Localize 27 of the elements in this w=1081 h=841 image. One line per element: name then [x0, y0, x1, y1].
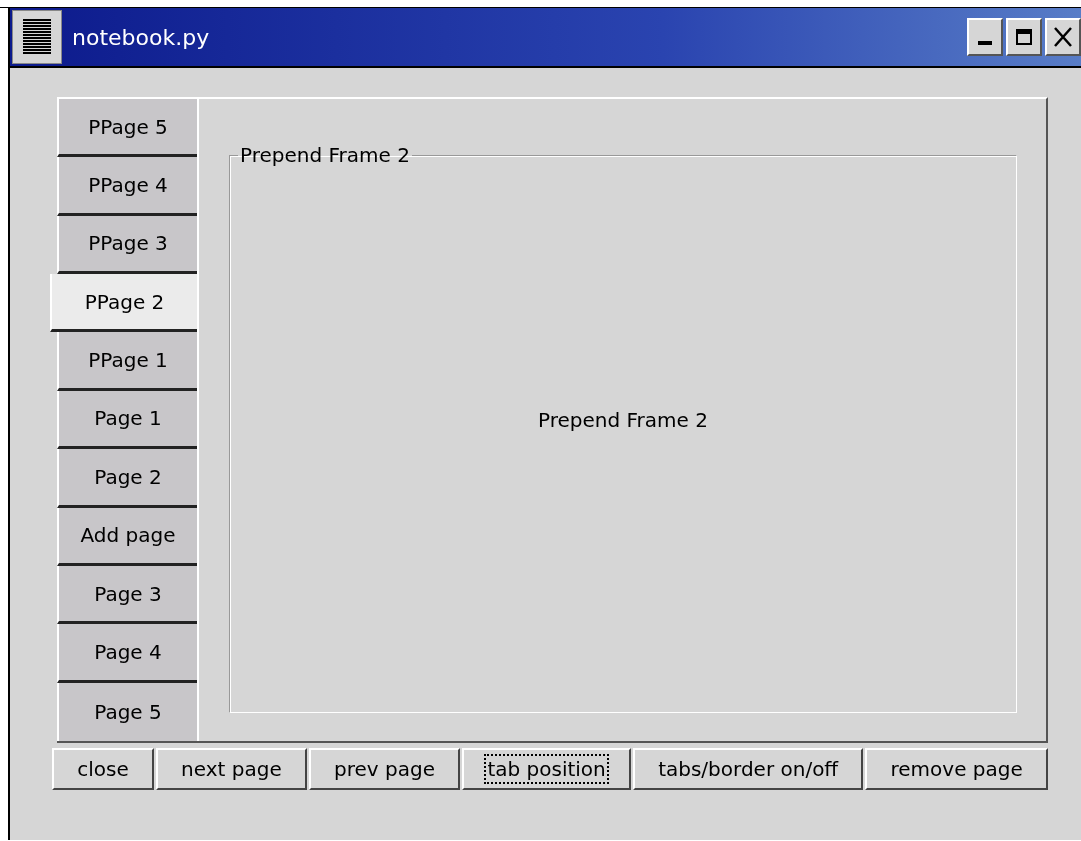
- frame-label: Prepend Frame 2: [239, 143, 411, 167]
- tab[interactable]: PPage 1: [57, 332, 197, 391]
- tab[interactable]: PPage 4: [57, 157, 197, 216]
- close-button[interactable]: [1045, 18, 1081, 56]
- frame-content-label: Prepend Frame 2: [538, 407, 708, 432]
- minimize-icon: [978, 41, 992, 45]
- close-icon: [1053, 26, 1073, 48]
- action-button[interactable]: tabs/border on/off: [632, 748, 864, 790]
- tab[interactable]: Page 3: [57, 565, 197, 625]
- window-title: notebook.py: [72, 24, 211, 50]
- action-button[interactable]: remove page: [865, 748, 1048, 790]
- tab[interactable]: Page 4: [57, 624, 197, 683]
- action-button[interactable]: next page: [155, 748, 307, 790]
- tab[interactable]: PPage 5: [57, 99, 197, 158]
- menu-icon[interactable]: [12, 10, 62, 64]
- tab[interactable]: Page 1: [57, 390, 197, 450]
- maximize-button[interactable]: [1006, 18, 1042, 56]
- action-button[interactable]: close: [52, 748, 154, 790]
- tab[interactable]: Page 2: [57, 449, 197, 508]
- action-button[interactable]: tab position: [462, 748, 631, 790]
- minimize-button[interactable]: [967, 18, 1003, 56]
- tab[interactable]: Add page: [57, 507, 197, 566]
- tab[interactable]: PPage 2: [50, 274, 197, 333]
- tab[interactable]: PPage 3: [57, 215, 197, 275]
- action-button[interactable]: prev page: [308, 748, 461, 790]
- tab[interactable]: Page 5: [57, 682, 197, 741]
- maximize-icon: [1015, 28, 1033, 46]
